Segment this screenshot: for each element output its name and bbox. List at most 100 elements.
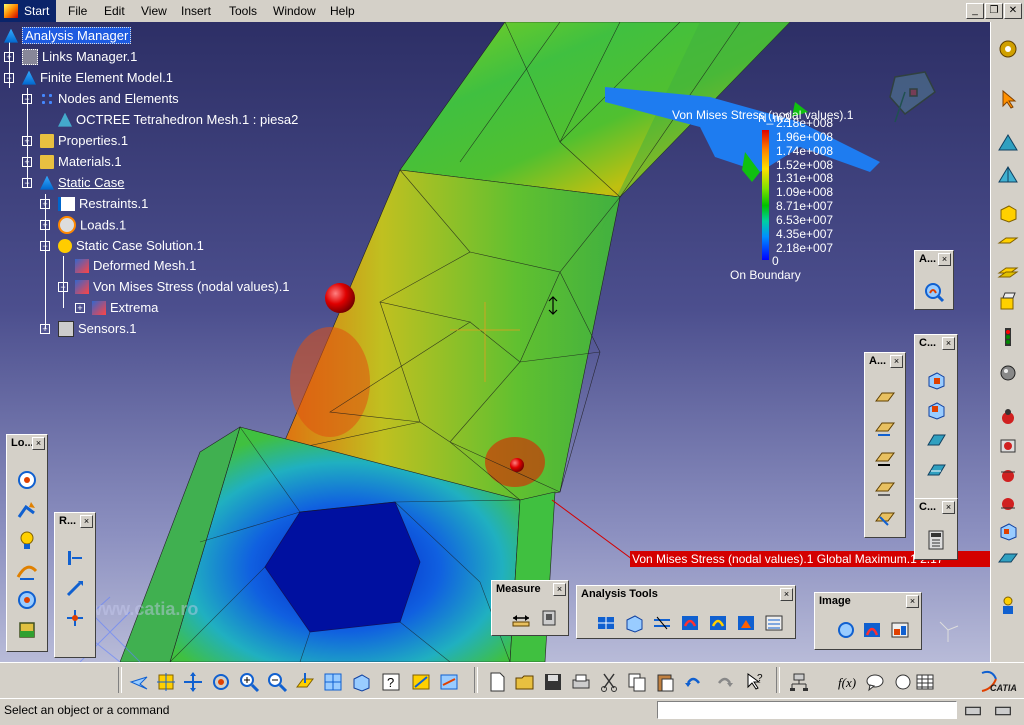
clamp-restraint-icon[interactable] bbox=[64, 547, 86, 569]
surface-icon[interactable] bbox=[874, 417, 896, 439]
vector-display-icon[interactable] bbox=[651, 612, 673, 634]
tree-item-loads[interactable]: Loads.1 bbox=[58, 216, 126, 234]
compute-c-toolbar[interactable]: C... × bbox=[914, 334, 958, 500]
stress-display-icon[interactable] bbox=[707, 612, 729, 634]
tree-item-von-mises[interactable]: Von Mises Stress (nodal values).1 bbox=[75, 278, 290, 296]
close-icon[interactable]: × bbox=[942, 337, 955, 350]
mesh-icon[interactable] bbox=[997, 164, 1019, 186]
compute-c2-toolbar[interactable]: C... × bbox=[914, 498, 958, 560]
rotation-load-icon[interactable] bbox=[16, 589, 38, 611]
menu-view[interactable]: View bbox=[141, 4, 167, 18]
bug-icon[interactable] bbox=[997, 492, 1019, 514]
image-layout-icon[interactable] bbox=[889, 619, 911, 641]
hide-show-icon[interactable] bbox=[410, 671, 432, 693]
animate-icon[interactable] bbox=[835, 619, 857, 641]
save-icon[interactable] bbox=[542, 671, 564, 693]
zoom-in-icon[interactable] bbox=[238, 671, 260, 693]
new-file-icon[interactable] bbox=[486, 671, 508, 693]
tree-item-nodes-elements[interactable]: Nodes and Elements bbox=[40, 90, 179, 108]
cube-icon[interactable] bbox=[997, 202, 1019, 224]
menu-file[interactable]: File bbox=[68, 4, 87, 18]
3d-viewport[interactable]: www.catia.ro Analysis Manager + Links Ma… bbox=[0, 22, 990, 662]
close-icon[interactable]: × bbox=[890, 355, 903, 368]
slider-restraint-icon[interactable] bbox=[64, 577, 86, 599]
loads-toolbar[interactable]: Lo... × bbox=[6, 434, 48, 652]
tree-item-extrema[interactable]: Extrema bbox=[92, 299, 158, 317]
tree-item-sensors[interactable]: Sensors.1 bbox=[58, 320, 137, 338]
tree-item-analysis-manager[interactable]: Analysis Manager bbox=[4, 27, 132, 45]
multi-view-icon[interactable] bbox=[322, 671, 344, 693]
iso-view-icon[interactable] bbox=[350, 671, 372, 693]
surface-icon[interactable] bbox=[874, 477, 896, 499]
fly-mode-icon[interactable] bbox=[128, 671, 150, 693]
calculator-icon[interactable] bbox=[925, 529, 947, 551]
close-icon[interactable]: × bbox=[942, 501, 955, 514]
tree-item-deformed-mesh[interactable]: Deformed Mesh.1 bbox=[75, 257, 196, 275]
rotate-icon[interactable] bbox=[210, 671, 232, 693]
surface-icon[interactable] bbox=[874, 387, 896, 409]
workbench-icon[interactable] bbox=[997, 38, 1019, 60]
plane-icon[interactable] bbox=[925, 459, 947, 481]
bug-icon[interactable] bbox=[997, 464, 1019, 486]
mesh-icon[interactable] bbox=[997, 132, 1019, 154]
start-menu[interactable]: Start bbox=[0, 0, 56, 22]
image-toolbar[interactable]: Image × bbox=[814, 592, 922, 650]
bug-icon[interactable] bbox=[997, 434, 1019, 456]
plane-icon[interactable] bbox=[997, 230, 1019, 252]
surface-icon[interactable] bbox=[874, 507, 896, 529]
menu-edit[interactable]: Edit bbox=[104, 4, 125, 18]
menu-help[interactable]: Help bbox=[330, 4, 355, 18]
menu-insert[interactable]: Insert bbox=[181, 4, 211, 18]
tree-item-finite-element-model[interactable]: Finite Element Model.1 bbox=[22, 69, 173, 87]
measure-item-icon[interactable] bbox=[538, 607, 560, 629]
error-map-icon[interactable] bbox=[763, 612, 785, 634]
whats-this-icon[interactable]: ? bbox=[744, 671, 766, 693]
fit-all-icon[interactable] bbox=[155, 671, 177, 693]
paste-icon[interactable] bbox=[654, 671, 676, 693]
tree-item-materials[interactable]: Materials.1 bbox=[40, 153, 122, 171]
surface-icon[interactable] bbox=[997, 548, 1019, 570]
print-icon[interactable] bbox=[570, 671, 592, 693]
surface-icon[interactable] bbox=[874, 447, 896, 469]
undo-icon[interactable] bbox=[682, 671, 704, 693]
close-icon[interactable]: × bbox=[80, 515, 93, 528]
normal-view-icon[interactable] bbox=[294, 671, 316, 693]
menu-tools[interactable]: Tools bbox=[229, 4, 257, 18]
measure-between-icon[interactable] bbox=[510, 607, 532, 629]
comment-icon[interactable] bbox=[864, 671, 886, 693]
force-load-icon[interactable] bbox=[16, 499, 38, 521]
close-icon[interactable]: × bbox=[553, 583, 566, 596]
status-toggle-icon[interactable] bbox=[992, 700, 1011, 718]
analysis-tools-toolbar[interactable]: Analysis Tools × bbox=[576, 585, 796, 639]
cube-icon[interactable] bbox=[925, 369, 947, 391]
traffic-light-icon[interactable] bbox=[997, 326, 1019, 348]
redo-icon[interactable] bbox=[714, 671, 736, 693]
analysis-a-toolbar[interactable]: A... × bbox=[914, 250, 954, 310]
network-icon[interactable] bbox=[788, 671, 810, 693]
plane-icon[interactable] bbox=[997, 260, 1019, 282]
formula-icon[interactable]: f(x) bbox=[836, 671, 858, 693]
restraints-toolbar[interactable]: R... × bbox=[54, 512, 96, 658]
menu-window[interactable]: Window bbox=[273, 4, 316, 18]
command-input[interactable] bbox=[657, 701, 957, 719]
table-icon[interactable] bbox=[914, 671, 936, 693]
close-icon[interactable]: × bbox=[32, 437, 45, 450]
deformation-icon[interactable] bbox=[679, 612, 701, 634]
close-icon[interactable]: × bbox=[780, 588, 793, 601]
tree-item-restraints[interactable]: Restraints.1 bbox=[58, 195, 148, 213]
bug-icon[interactable] bbox=[997, 406, 1019, 428]
principal-stress-icon[interactable] bbox=[735, 612, 757, 634]
zoom-out-icon[interactable] bbox=[266, 671, 288, 693]
analysis-a2-toolbar[interactable]: A... × bbox=[864, 352, 906, 538]
close-icon[interactable]: × bbox=[938, 253, 951, 266]
select-icon[interactable] bbox=[997, 88, 1019, 110]
material-icon[interactable] bbox=[997, 290, 1019, 312]
temperature-load-icon[interactable] bbox=[16, 619, 38, 641]
advanced-restraint-icon[interactable] bbox=[64, 607, 86, 629]
sphere-icon[interactable] bbox=[997, 362, 1019, 384]
user-icon[interactable] bbox=[997, 594, 1019, 616]
cube-icon[interactable] bbox=[623, 612, 645, 634]
tree-item-static-case-solution[interactable]: Static Case Solution.1 bbox=[58, 237, 204, 255]
cube-icon[interactable] bbox=[997, 520, 1019, 542]
close-window-button[interactable]: ✕ bbox=[1004, 3, 1022, 19]
